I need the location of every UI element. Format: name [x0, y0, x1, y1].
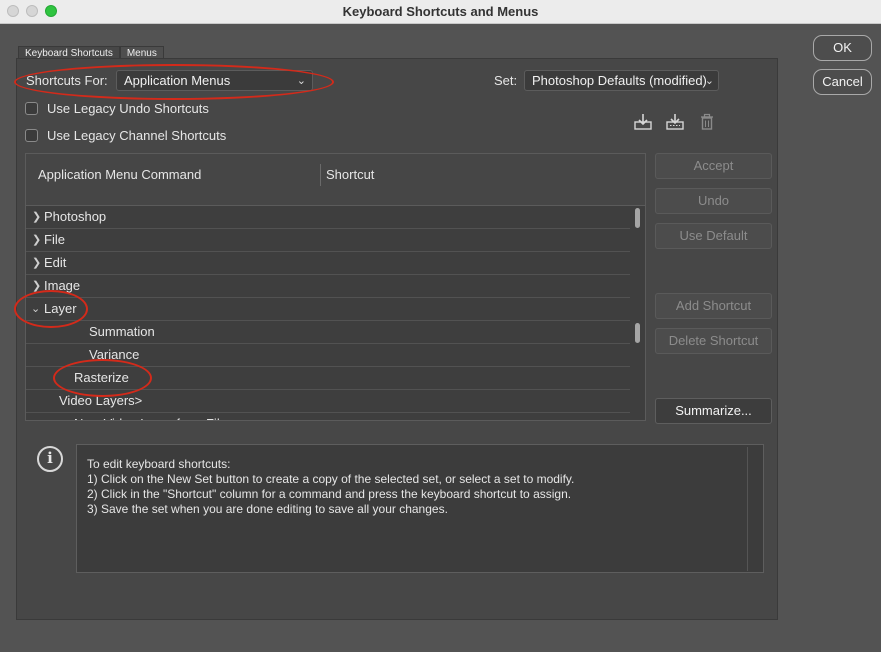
cancel-button[interactable]: Cancel [813, 69, 872, 95]
info-line: 3) Save the set when you are done editin… [87, 502, 448, 516]
summarize-button[interactable]: Summarize... [655, 398, 772, 424]
list-item-label: Video Layers> [59, 393, 143, 408]
set-select[interactable]: Photoshop Defaults (modified) ⌄ [524, 70, 719, 91]
scrollbar-thumb[interactable] [635, 323, 640, 343]
table-header: Application Menu Command Shortcut [25, 153, 646, 206]
list-item-photoshop[interactable]: ❯ Photoshop [26, 206, 630, 229]
chevron-right-icon[interactable]: ❯ [32, 206, 41, 228]
list-item-label: Edit [44, 255, 67, 270]
chevron-right-icon[interactable]: ❯ [32, 229, 41, 251]
delete-set-icon[interactable] [698, 113, 716, 131]
list-item-label: Image [44, 278, 81, 293]
chevron-down-icon: ⌄ [704, 75, 714, 87]
info-line: To edit keyboard shortcuts: [87, 457, 231, 471]
list-item-video-layers[interactable]: Video Layers> [26, 390, 630, 413]
list-item-summation[interactable]: Summation [26, 321, 630, 344]
list-item-edit[interactable]: ❯ Edit [26, 252, 630, 275]
use-default-button[interactable]: Use Default [655, 223, 772, 249]
info-box: To edit keyboard shortcuts: 1) Click on … [76, 444, 764, 573]
shortcuts-for-value: Application Menus [124, 73, 231, 88]
chevron-down-icon: ⌄ [296, 75, 306, 87]
shortcuts-for-select[interactable]: Application Menus ⌄ [116, 70, 313, 91]
column-header-shortcut[interactable]: Shortcut [326, 167, 374, 182]
info-icon: i [37, 446, 63, 472]
column-divider [320, 164, 321, 186]
info-line: 2) Click in the "Shortcut" column for a … [87, 487, 572, 501]
list-item-label: Rasterize [74, 370, 129, 385]
list-item-label: Layer [44, 301, 77, 316]
list-item-label: Variance [89, 347, 140, 362]
delete-shortcut-button[interactable]: Delete Shortcut [655, 328, 772, 354]
list-item-label: File [44, 232, 65, 247]
info-line: 1) Click on the New Set button to create… [87, 472, 575, 486]
list-item-label: Summation [89, 324, 155, 339]
legacy-undo-checkbox[interactable] [25, 102, 38, 115]
save-set-as-icon[interactable] [666, 113, 684, 131]
save-set-icon[interactable] [634, 113, 652, 131]
list-item-rasterize[interactable]: Rasterize [26, 367, 630, 390]
list-item-layer[interactable]: ⌄ Layer [26, 298, 630, 321]
title-bar: Keyboard Shortcuts and Menus [0, 0, 881, 24]
list-item-label: New Video Layer from File... [74, 413, 238, 420]
column-header-command[interactable]: Application Menu Command [38, 167, 201, 182]
chevron-down-icon[interactable]: ⌄ [31, 298, 40, 320]
chevron-right-icon[interactable]: ❯ [32, 252, 41, 274]
legacy-channel-checkbox[interactable] [25, 129, 38, 142]
list-item-new-video-layer[interactable]: New Video Layer from File... [26, 413, 630, 420]
scrollbar-thumb-top[interactable] [635, 208, 640, 228]
ok-button[interactable]: OK [813, 35, 872, 61]
set-label: Set: [494, 73, 518, 88]
undo-button[interactable]: Undo [655, 188, 772, 214]
window-title: Keyboard Shortcuts and Menus [342, 4, 539, 19]
accept-button[interactable]: Accept [655, 153, 772, 179]
list-item-variance[interactable]: Variance [26, 344, 630, 367]
chevron-right-icon[interactable]: ❯ [32, 275, 41, 297]
command-list: ❯ Photoshop ❯ File ❯ Edit ❯ Image ⌄ Laye… [25, 206, 646, 421]
list-item-image[interactable]: ❯ Image [26, 275, 630, 298]
shortcuts-for-label: Shortcuts For: [26, 73, 108, 88]
list-item-label: Photoshop [44, 209, 107, 224]
legacy-channel-label: Use Legacy Channel Shortcuts [47, 128, 227, 143]
list-item-file[interactable]: ❯ File [26, 229, 630, 252]
legacy-undo-label: Use Legacy Undo Shortcuts [47, 101, 209, 116]
add-shortcut-button[interactable]: Add Shortcut [655, 293, 772, 319]
info-scroll-track [747, 447, 748, 571]
set-value: Photoshop Defaults (modified) [532, 73, 707, 88]
